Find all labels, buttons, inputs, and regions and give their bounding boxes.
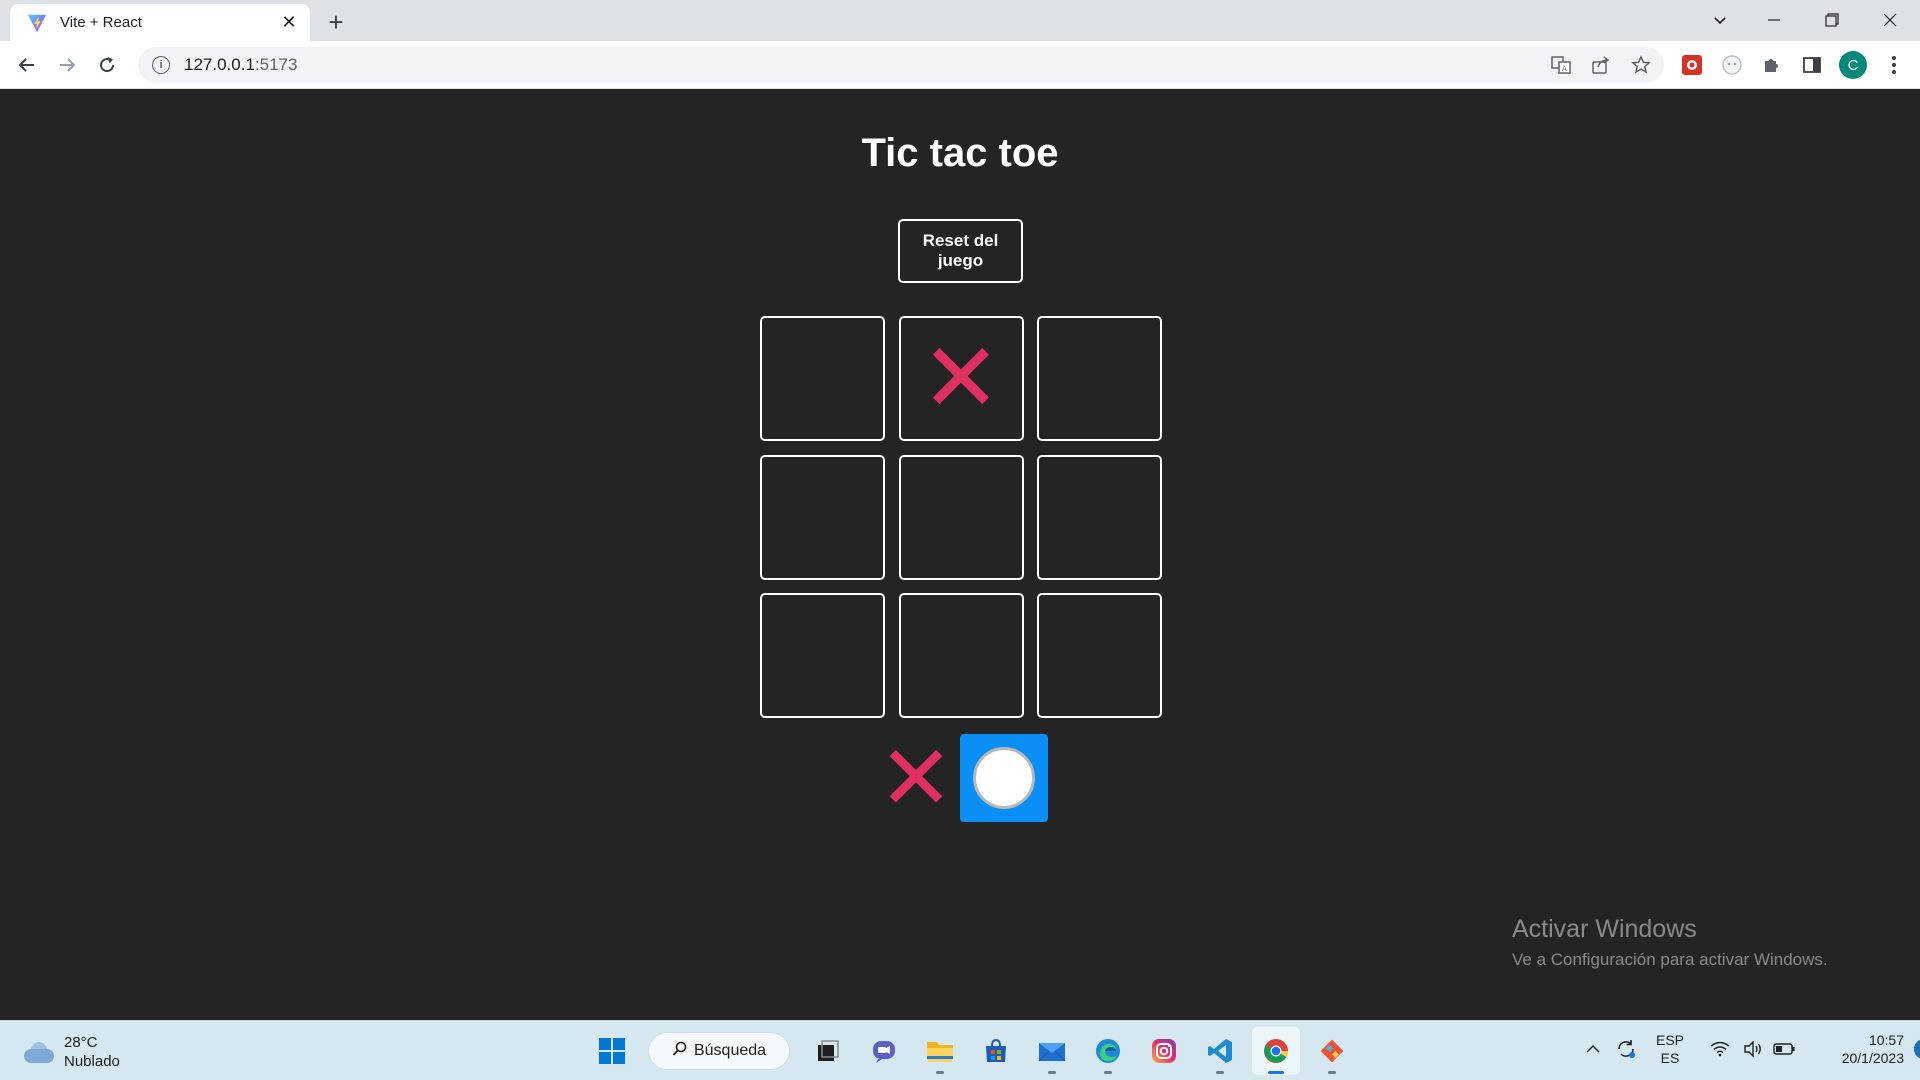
page-title: Tic tac toe — [861, 131, 1059, 175]
sync-icon[interactable] — [1608, 1029, 1644, 1069]
board-cell-1[interactable] — [760, 316, 885, 441]
notification-badge[interactable]: 3 — [1914, 1039, 1920, 1059]
forward-button[interactable] — [51, 49, 83, 81]
side-panel-icon[interactable] — [1798, 51, 1826, 79]
board-cell-4[interactable] — [760, 454, 885, 580]
battery-icon[interactable] — [1768, 1029, 1800, 1069]
windows-start-icon[interactable] — [588, 1027, 636, 1075]
board-cell-9[interactable] — [1037, 593, 1162, 718]
tab-title: Vite + React — [60, 14, 142, 31]
board-cell-3[interactable] — [1037, 316, 1162, 441]
windows-activation-watermark: Activar Windows Ve a Configuración para … — [1512, 915, 1828, 970]
task-view-icon[interactable] — [804, 1027, 852, 1075]
chrome-taskbar-icon[interactable] — [1252, 1027, 1300, 1075]
bookmark-star-icon[interactable] — [1621, 47, 1661, 83]
o-circle-icon — [973, 747, 1035, 809]
browser-tab-strip: Vite + React ✕ + — [0, 0, 1920, 41]
system-clock[interactable]: 10:57 20/1/2023 — [1808, 1031, 1904, 1067]
vscode-icon[interactable] — [1196, 1027, 1244, 1075]
weather-temperature: 28°C — [64, 1034, 98, 1051]
turn-indicator: ✕ — [872, 728, 1048, 829]
file-explorer-icon[interactable] — [916, 1027, 964, 1075]
new-tab-button[interactable]: + — [322, 7, 350, 37]
search-label: Búsqueda — [693, 1042, 767, 1059]
input-language[interactable]: ESP ES — [1644, 1031, 1696, 1067]
windows-taskbar: 28°C Nublado Búsqueda ESP ES 10:57 20/1/… — [0, 1020, 1920, 1080]
reload-button[interactable] — [91, 49, 123, 81]
extensions-puzzle-icon[interactable] — [1758, 51, 1786, 79]
minimize-button[interactable] — [1754, 4, 1794, 36]
turn-o-selected — [960, 734, 1048, 822]
close-window-button[interactable] — [1870, 4, 1910, 36]
tab-close-icon[interactable]: ✕ — [278, 12, 300, 34]
teams-chat-icon[interactable] — [860, 1027, 908, 1075]
vite-favicon-icon — [27, 14, 47, 32]
instagram-icon[interactable] — [1140, 1027, 1188, 1075]
weather-widget[interactable]: 28°C Nublado — [22, 1033, 120, 1071]
extension-face-icon[interactable] — [1718, 51, 1746, 79]
back-button[interactable] — [11, 49, 43, 81]
show-hidden-icons-icon[interactable] — [1578, 1029, 1608, 1069]
activation-subtitle: Ve a Configuración para activar Windows. — [1512, 950, 1828, 969]
tab-search-icon[interactable] — [1700, 4, 1740, 36]
profile-avatar[interactable]: C — [1839, 51, 1867, 79]
reset-game-button[interactable]: Reset del juego — [898, 219, 1023, 283]
svg-text:A: A — [1562, 65, 1567, 73]
search-icon — [672, 1041, 688, 1062]
git-icon[interactable] — [1308, 1027, 1356, 1075]
cloud-icon — [22, 1041, 56, 1063]
address-bar[interactable]: i 127.0.0.1:5173 — [138, 47, 1664, 83]
board-cell-5[interactable] — [898, 454, 1024, 580]
board-cell-8[interactable] — [898, 593, 1024, 718]
wifi-icon[interactable] — [1702, 1029, 1738, 1069]
restore-button[interactable] — [1812, 4, 1852, 36]
translate-icon[interactable]: A — [1541, 47, 1581, 83]
turn-x-icon: ✕ — [878, 728, 954, 829]
microsoft-store-icon[interactable] — [972, 1027, 1020, 1075]
site-info-icon[interactable]: i — [152, 56, 170, 74]
edge-icon[interactable] — [1084, 1027, 1132, 1075]
browser-toolbar: i 127.0.0.1:5173 A — [0, 41, 1920, 89]
url-text: 127.0.0.1:5173 — [184, 55, 298, 74]
weather-condition: Nublado — [64, 1053, 120, 1070]
mail-icon[interactable] — [1028, 1027, 1076, 1075]
board-cell-6[interactable] — [1037, 454, 1162, 580]
chrome-menu-icon[interactable] — [1880, 51, 1908, 79]
browser-tab[interactable]: Vite + React ✕ — [10, 4, 310, 41]
game-board: ✕ — [760, 316, 1162, 718]
share-icon[interactable] — [1581, 47, 1621, 83]
extension-red-icon[interactable] — [1678, 51, 1706, 79]
page-content: Tic tac toe Reset del juego ✕ ✕ Activar … — [0, 89, 1920, 1020]
board-cell-7[interactable] — [760, 593, 885, 718]
activation-title: Activar Windows — [1512, 915, 1697, 943]
board-cell-2[interactable]: ✕ — [898, 316, 1024, 441]
volume-icon[interactable] — [1738, 1029, 1768, 1069]
taskbar-search[interactable]: Búsqueda — [648, 1032, 790, 1070]
